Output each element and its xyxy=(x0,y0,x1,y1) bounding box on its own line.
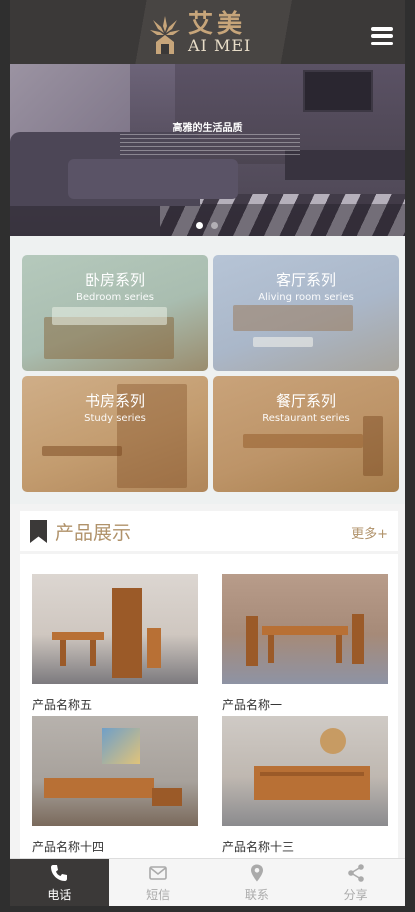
banner-title: 高雅的生活品质 xyxy=(172,123,243,134)
banner-subtext-lines xyxy=(120,134,300,156)
category-label-cn: 客厅系列 xyxy=(275,271,336,289)
product-section: 产品展示 更多+ 产品名称五 产品名称一 产品名称十四 产品名称十三 xyxy=(10,504,405,864)
category-study[interactable]: 书房系列 Study series xyxy=(22,376,208,492)
nav-contact[interactable]: 联系 xyxy=(208,859,307,906)
banner-dot-2[interactable] xyxy=(211,222,218,229)
banner-dot-1[interactable] xyxy=(196,222,203,229)
location-icon xyxy=(250,864,263,882)
product-card[interactable]: 产品名称五 xyxy=(32,574,198,713)
category-grid: 卧房系列 Bedroom series 客厅系列 Aliving room se… xyxy=(10,236,405,504)
product-image[interactable] xyxy=(32,716,198,826)
product-section-title: 产品展示 xyxy=(55,522,132,544)
table-shape xyxy=(253,337,313,347)
banner-sofa-seat xyxy=(68,159,238,199)
product-card[interactable]: 产品名称十四 xyxy=(32,716,198,855)
logo-house-icon xyxy=(148,10,182,54)
nav-message-label: 短信 xyxy=(146,888,171,902)
banner-pagination xyxy=(196,222,218,229)
nav-contact-label: 联系 xyxy=(244,888,269,902)
category-label-cn: 卧房系列 xyxy=(84,271,145,289)
site-logo[interactable]: 艾美 AI MEI xyxy=(148,10,251,54)
category-restaurant[interactable]: 餐厅系列 Restaurant series xyxy=(213,376,399,492)
bed-linen-shape xyxy=(52,307,167,325)
product-card[interactable]: 产品名称一 xyxy=(222,574,388,713)
banner-tv xyxy=(303,70,373,112)
tv-stand-shape xyxy=(233,305,353,331)
nav-message[interactable]: 短信 xyxy=(109,859,208,906)
hero-banner[interactable]: 高雅的生活品质 xyxy=(10,64,405,236)
hamburger-menu-icon[interactable] xyxy=(371,27,393,45)
mobile-screen: 艾美 AI MEI 高雅的生活品质 卧房系列 Bedroom series 客厅… xyxy=(10,0,405,906)
product-image[interactable] xyxy=(32,574,198,684)
share-icon xyxy=(347,864,364,882)
category-label-en: Bedroom series xyxy=(75,292,155,303)
product-section-header: 产品展示 更多+ xyxy=(20,511,398,551)
category-living-room[interactable]: 客厅系列 Aliving room series xyxy=(213,255,399,371)
header-bar: 艾美 AI MEI xyxy=(10,0,405,64)
category-bedroom[interactable]: 卧房系列 Bedroom series xyxy=(22,255,208,371)
product-name[interactable]: 产品名称十三 xyxy=(222,838,388,855)
category-label-cn: 书房系列 xyxy=(84,392,145,410)
category-label-en: Study series xyxy=(84,413,146,424)
product-name[interactable]: 产品名称一 xyxy=(222,696,388,713)
product-image[interactable] xyxy=(222,716,388,826)
device-frame-right xyxy=(405,0,415,912)
product-grid: 产品名称五 产品名称一 产品名称十四 产品名称十三 xyxy=(20,554,398,864)
phone-icon xyxy=(51,865,68,881)
logo-chinese-text: 艾美 xyxy=(188,8,247,38)
nav-phone[interactable]: 电话 xyxy=(10,859,109,906)
logo-english-text: AI MEI xyxy=(188,35,252,55)
nav-share[interactable]: 分享 xyxy=(306,859,405,906)
product-name[interactable]: 产品名称五 xyxy=(32,696,198,713)
banner-tv-cabinet xyxy=(285,150,405,180)
product-image[interactable] xyxy=(222,574,388,684)
product-card[interactable]: 产品名称十三 xyxy=(222,716,388,855)
category-label-cn: 餐厅系列 xyxy=(275,392,336,410)
category-label-en: Aliving room series xyxy=(258,292,354,303)
message-icon xyxy=(149,866,167,880)
more-products-link[interactable]: 更多+ xyxy=(351,523,388,542)
nav-phone-label: 电话 xyxy=(47,888,72,902)
desk-shape xyxy=(42,446,122,456)
bottom-nav: 电话 短信 联系 分享 xyxy=(10,858,405,906)
bookmark-icon xyxy=(30,520,47,543)
device-frame-bottom xyxy=(0,906,415,912)
chair-shape xyxy=(363,416,383,476)
banner-floor xyxy=(10,204,405,236)
nav-share-label: 分享 xyxy=(343,888,368,902)
dining-table-shape xyxy=(243,434,363,448)
product-name[interactable]: 产品名称十四 xyxy=(32,838,198,855)
device-frame-left xyxy=(0,0,10,912)
category-label-en: Restaurant series xyxy=(262,413,350,424)
